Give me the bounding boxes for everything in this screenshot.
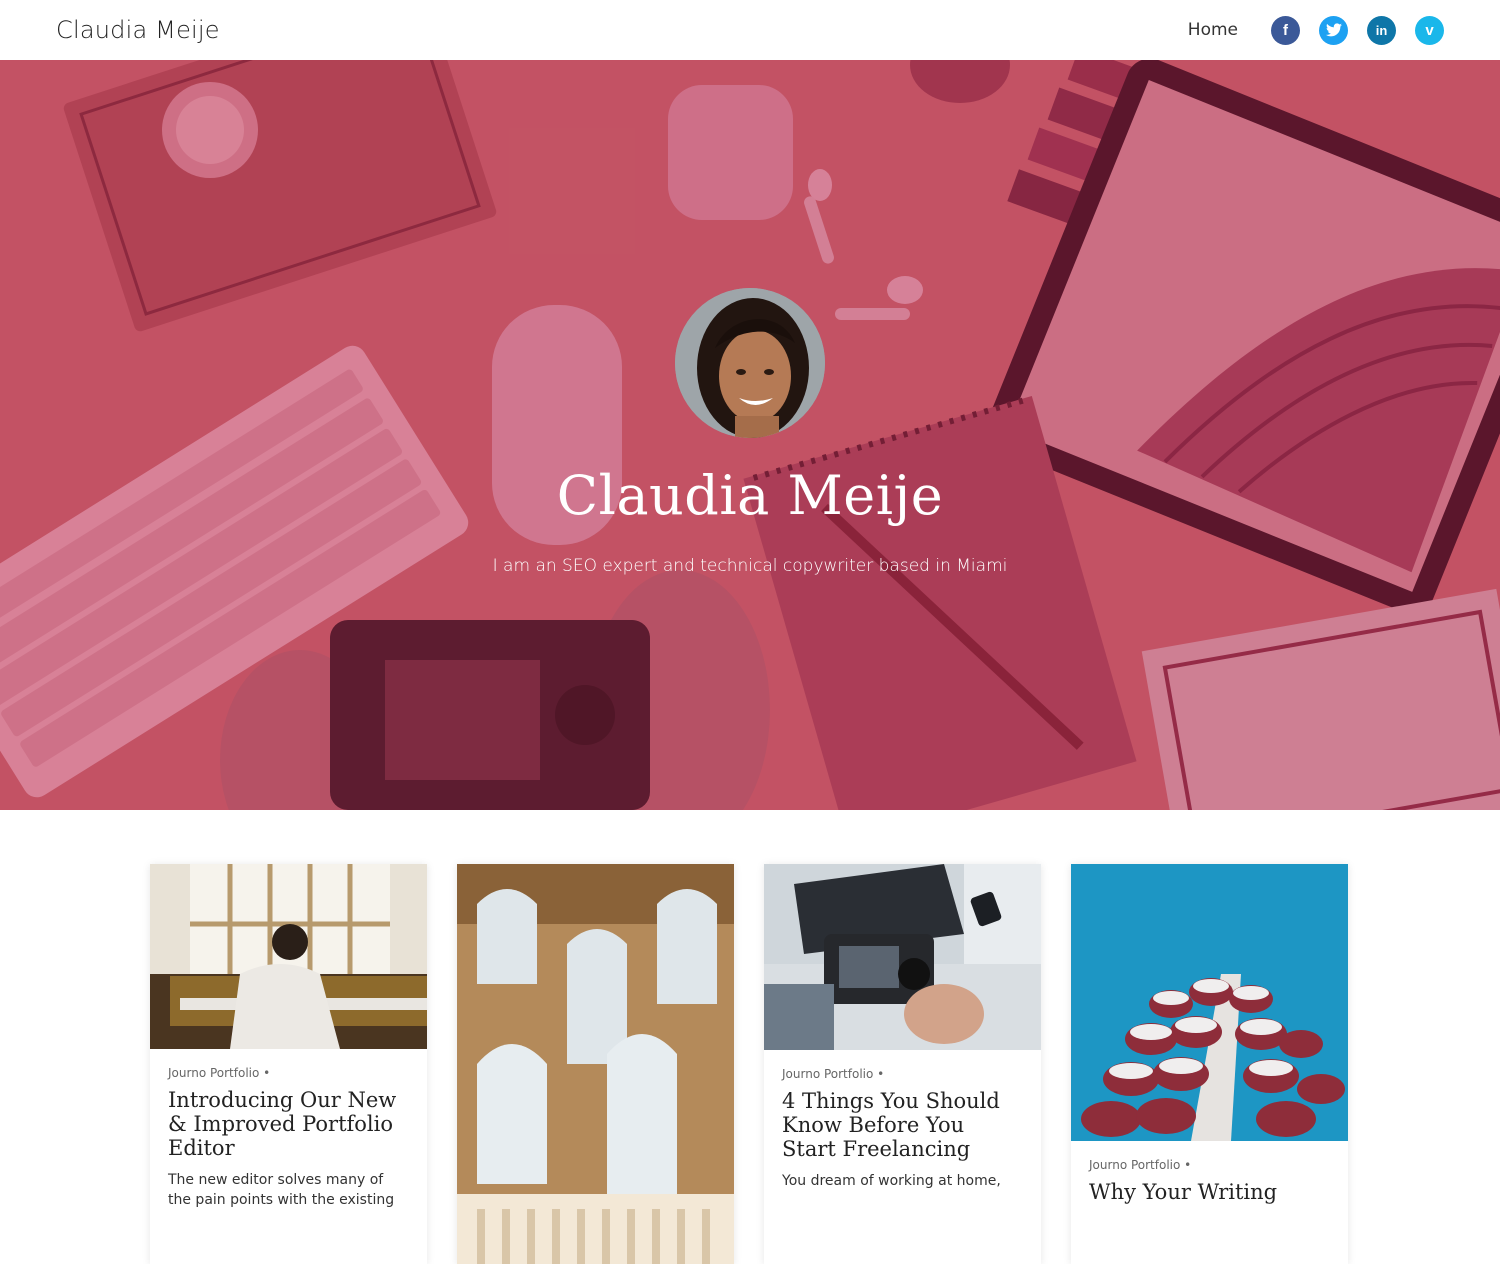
site-title[interactable]: Claudia Meije	[56, 16, 220, 44]
post-thumbnail[interactable]	[457, 864, 734, 1264]
post-card[interactable]	[457, 864, 734, 1264]
profile-photo	[675, 288, 825, 438]
post-card[interactable]: Journo Portfolio • Introducing Our New &…	[150, 864, 427, 1264]
post-title[interactable]: 4 Things You Should Know Before You Star…	[782, 1089, 1023, 1161]
hero-tagline: I am an SEO expert and technical copywri…	[492, 556, 1008, 576]
vimeo-icon[interactable]: v	[1415, 15, 1444, 45]
nav-home-link[interactable]: Home	[1188, 20, 1238, 40]
post-card[interactable]: Journo Portfolio • 4 Things You Should K…	[764, 864, 1041, 1264]
post-card[interactable]: Journo Portfolio • Why Your Writing	[1071, 864, 1348, 1264]
twitter-icon[interactable]	[1319, 15, 1348, 45]
linkedin-icon[interactable]: in	[1367, 15, 1396, 45]
post-meta: Journo Portfolio •	[1089, 1158, 1192, 1172]
top-header: Claudia Meije Home f in v	[0, 0, 1500, 60]
post-body: Journo Portfolio • Introducing Our New &…	[168, 1066, 409, 1210]
post-thumbnail[interactable]	[1071, 864, 1348, 1141]
post-body: Journo Portfolio • Why Your Writing	[1089, 1158, 1330, 1204]
main-nav: Home f in v	[1188, 15, 1444, 45]
building-facade-photo	[1071, 864, 1348, 1141]
hero-banner: Claudia Meije I am an SEO expert and tec…	[0, 60, 1500, 810]
post-title[interactable]: Introducing Our New & Improved Portfolio…	[168, 1088, 409, 1160]
post-thumbnail[interactable]	[764, 864, 1041, 1050]
palace-interior-photo	[457, 864, 734, 1264]
facebook-icon[interactable]: f	[1271, 15, 1300, 45]
post-meta: Journo Portfolio •	[168, 1066, 271, 1080]
camera-laptop-photo	[764, 864, 1041, 1050]
office-window-photo	[150, 864, 427, 1049]
hero-name: Claudia Meije	[556, 464, 944, 527]
post-thumbnail[interactable]	[150, 864, 427, 1049]
post-title[interactable]: Why Your Writing	[1089, 1180, 1330, 1204]
post-excerpt: You dream of working at home,	[782, 1173, 1001, 1189]
profile-avatar	[675, 288, 825, 438]
twitter-bird-glyph	[1325, 23, 1342, 37]
post-meta: Journo Portfolio •	[782, 1067, 885, 1081]
post-excerpt: The new editor solves many of the pain p…	[168, 1172, 395, 1208]
post-body: Journo Portfolio • 4 Things You Should K…	[782, 1067, 1023, 1191]
